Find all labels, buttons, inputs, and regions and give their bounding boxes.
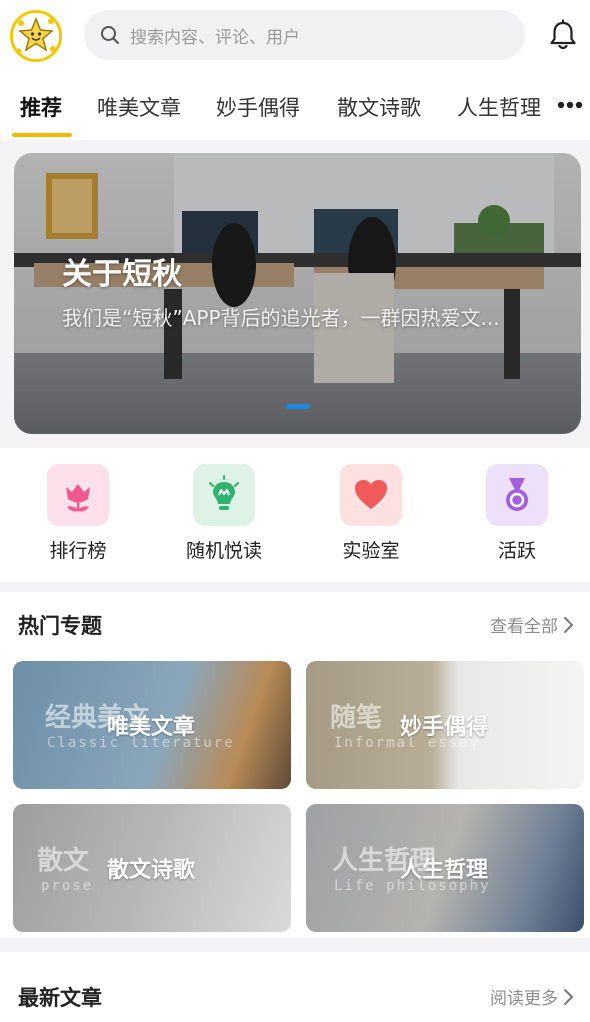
chevron-right-icon: [564, 616, 574, 633]
lightbulb-icon: [193, 464, 255, 526]
heart-icon: [340, 464, 402, 526]
section-title: 热门专题: [18, 614, 102, 638]
quick-link-label: 排行榜: [49, 540, 107, 562]
tab-beautiful-articles[interactable]: 唯美文章: [97, 92, 181, 122]
quick-link-random-reading[interactable]: 随机悦读: [174, 464, 274, 563]
topic-card-prose-poetry[interactable]: 散文 prose 散文诗歌: [13, 804, 291, 932]
hot-topics-section: 热门专题 查看全部 经典美文 Classic literature 唯美文章 随…: [0, 592, 590, 938]
quick-links: 排行榜 随机悦读 实验室 活跃: [0, 448, 590, 582]
topic-card-beautiful-articles[interactable]: 经典美文 Classic literature 唯美文章: [13, 661, 291, 789]
tab-random-gains[interactable]: 妙手偶得: [216, 92, 300, 122]
avatar[interactable]: [10, 10, 62, 62]
quick-link-label: 活跃: [497, 540, 536, 562]
card-label: 妙手偶得: [400, 715, 489, 740]
latest-articles-section: 最新文章 阅读更多: [0, 952, 590, 1022]
quick-link-active[interactable]: 活跃: [467, 464, 567, 563]
topic-card-life-philosophy[interactable]: 人生哲理 Life philosophy 人生哲理: [306, 804, 584, 932]
card-label: 人生哲理: [400, 858, 489, 883]
office-photo: [14, 153, 581, 434]
search-icon: [101, 26, 119, 44]
category-tabs: 推荐 唯美文章 妙手偶得 散文诗歌 人生哲理: [0, 82, 590, 137]
card-watermark-en: prose: [41, 878, 94, 894]
bell-icon[interactable]: [546, 18, 580, 52]
view-all-label: 查看全部: [490, 617, 558, 637]
card-watermark: 散文: [37, 846, 90, 876]
section-title: 最新文章: [18, 986, 102, 1010]
header: 搜索内容、评论、用户 推荐 唯美文章 妙手偶得 散文诗歌 人生哲理: [0, 0, 590, 140]
carousel-indicator: [286, 404, 310, 409]
topic-card-random-gains[interactable]: 随笔 Informal essay 妙手偶得: [306, 661, 584, 789]
search-placeholder: 搜索内容、评论、用户: [130, 27, 300, 48]
search-bar[interactable]: 搜索内容、评论、用户: [84, 10, 525, 60]
card-watermark: 随笔: [330, 703, 383, 733]
tulip-icon: [47, 464, 109, 526]
quick-link-ranking[interactable]: 排行榜: [28, 464, 128, 563]
tab-recommend[interactable]: 推荐: [20, 92, 62, 122]
banner-title: 关于短秋: [62, 257, 182, 292]
card-label: 散文诗歌: [107, 858, 196, 883]
quick-link-label: 实验室: [342, 540, 400, 562]
view-all-link[interactable]: 查看全部: [490, 612, 574, 637]
chevron-right-icon: [564, 988, 574, 1005]
quick-link-label: 随机悦读: [185, 540, 262, 562]
read-more-label: 阅读更多: [490, 989, 558, 1009]
medal-icon: [486, 464, 548, 526]
read-more-link[interactable]: 阅读更多: [490, 984, 574, 1009]
more-icon[interactable]: [557, 99, 583, 111]
card-label: 唯美文章: [107, 715, 196, 740]
active-tab-indicator: [12, 133, 72, 137]
tab-life-philosophy[interactable]: 人生哲理: [457, 92, 541, 122]
hero-banner[interactable]: 关于短秋 我们是“短秋”APP背后的追光者，一群因热爱文...: [14, 153, 581, 434]
star-mascot-icon: [13, 13, 59, 59]
quick-link-lab[interactable]: 实验室: [321, 464, 421, 563]
tab-prose-poetry[interactable]: 散文诗歌: [337, 92, 421, 122]
banner-subtitle: 我们是“短秋”APP背后的追光者，一群因热爱文...: [62, 306, 500, 330]
